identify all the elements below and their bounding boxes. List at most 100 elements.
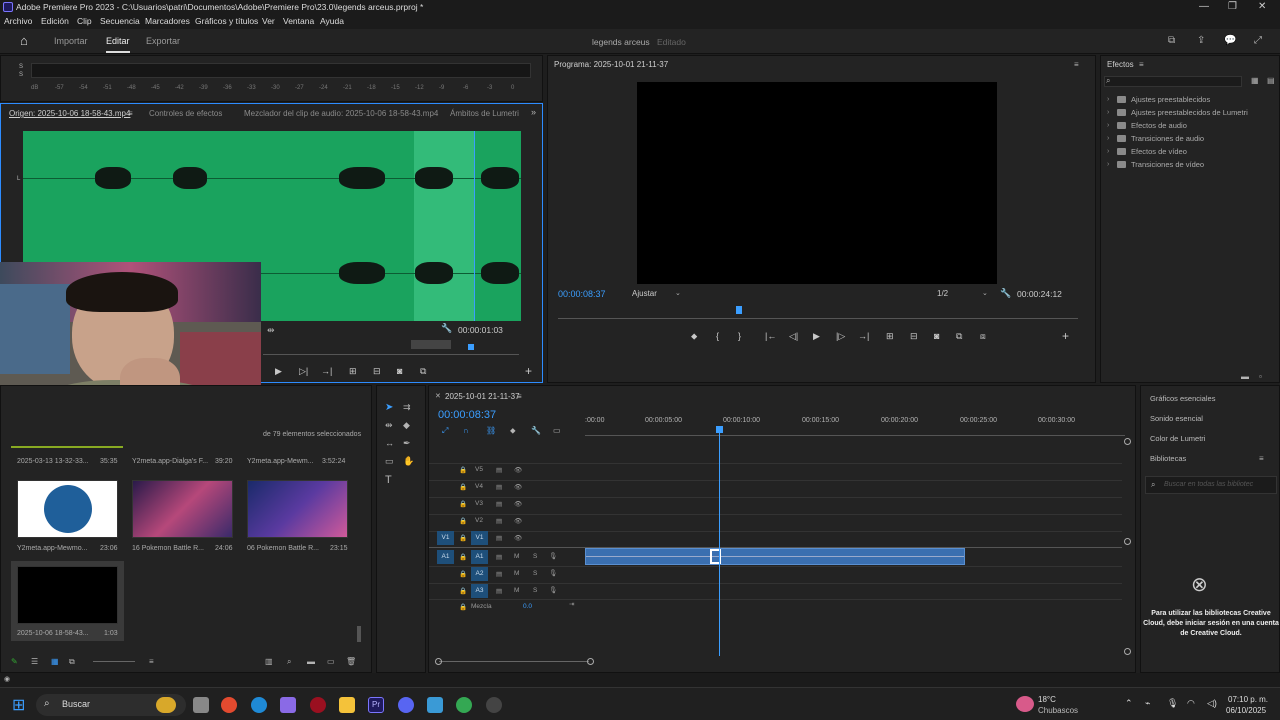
chevron-down-icon[interactable]: ⌄ (982, 289, 988, 297)
menu-edicion[interactable]: Edición (41, 16, 69, 26)
vertical-zoom-handle[interactable] (1124, 438, 1131, 445)
linked-selection-icon[interactable]: ⛓ (486, 426, 496, 435)
project-item-name[interactable]: Y2meta.app-Dialga's F... (132, 458, 208, 465)
zoom-slider[interactable] (93, 661, 135, 662)
effects-item[interactable]: Efectos de audio (1131, 121, 1187, 130)
add-marker-icon[interactable]: ⬥ (510, 426, 516, 436)
lock-icon[interactable]: 🔒 (459, 603, 467, 611)
track-label-v4[interactable]: V4 (475, 483, 483, 490)
go-to-out-icon[interactable]: →| (858, 331, 869, 341)
sync-lock-icon[interactable]: ▤ (496, 553, 502, 561)
effects-item[interactable]: Ajustes preestablecidos de Lumetri (1131, 108, 1248, 117)
menu-ayuda[interactable]: Ayuda (320, 16, 344, 26)
zoom-handle-right[interactable] (587, 658, 594, 665)
find-icon[interactable]: ⌕ (287, 657, 291, 667)
track-label-a1[interactable]: A1 (471, 550, 488, 564)
sync-lock-icon[interactable]: ▤ (496, 587, 502, 595)
microphone-icon[interactable]: 🎙 (1167, 698, 1178, 709)
chevron-right-icon[interactable]: › (1107, 148, 1109, 155)
chevron-down-icon[interactable]: ⌄ (675, 289, 681, 297)
tab-source[interactable]: Origen: 2025-10-06 18-58-43.mp4 (9, 109, 130, 118)
rectangle-tool-icon[interactable]: ▭ (385, 456, 394, 467)
program-title[interactable]: Programa: 2025-10-01 21-11-37 (554, 60, 668, 69)
project-item-name[interactable]: 16 Pokemon Battle R... (132, 545, 204, 552)
chrome-icon[interactable] (456, 697, 472, 713)
add-marker-icon[interactable]: ⬥ (691, 331, 697, 342)
chevron-right-icon[interactable]: › (1107, 122, 1109, 129)
feedback-icon[interactable]: 💬 (1224, 35, 1236, 46)
pen-tool-icon[interactable]: ✒ (403, 438, 411, 449)
program-current-time[interactable]: 00:00:08:37 (558, 289, 606, 299)
libraries-tab[interactable]: Bibliotecas (1150, 454, 1186, 463)
lock-icon[interactable]: 🔒 (459, 587, 467, 595)
source-playhead[interactable] (474, 131, 475, 321)
mark-out-icon[interactable]: } (738, 331, 741, 341)
more-panels-icon[interactable]: » (531, 107, 536, 117)
panel-menu-icon[interactable]: ≡ (1074, 60, 1079, 69)
add-button-icon[interactable]: + (525, 364, 532, 378)
type-tool-icon[interactable]: T (385, 474, 392, 486)
mute-button[interactable]: M (514, 587, 519, 594)
lumetri-color-tab[interactable]: Color de Lumetri (1150, 434, 1205, 443)
chevron-up-icon[interactable]: ⌃ (1125, 698, 1133, 709)
comparison-icon[interactable]: ⧉ (956, 331, 962, 342)
program-video[interactable] (637, 82, 997, 284)
menu-ventana[interactable]: Ventana (283, 16, 314, 26)
go-to-end-icon[interactable]: ⇥ (569, 600, 574, 608)
source-timecode[interactable]: 00:00:01:03 (458, 325, 503, 335)
extract-icon[interactable]: ⊟ (910, 331, 918, 342)
weather-desc[interactable]: Chubascos (1038, 706, 1078, 715)
sequence-tab[interactable]: 2025-10-01 21-11-37 (445, 392, 520, 401)
project-item-name[interactable]: 2025-10-06 18-58-43... (17, 630, 89, 637)
chevron-right-icon[interactable]: › (1107, 109, 1109, 116)
export-frame-icon[interactable]: ⧉ (420, 366, 426, 377)
step-forward-icon[interactable]: ▷| (299, 366, 308, 377)
hand-tool-icon[interactable]: ✋ (403, 456, 414, 467)
meter-solo-right[interactable]: S (19, 72, 23, 78)
vertical-zoom-handle[interactable] (1124, 648, 1131, 655)
fit-dropdown[interactable]: Ajustar (632, 289, 657, 298)
automate-icon[interactable]: ▥ (265, 657, 273, 666)
sync-lock-icon[interactable]: ▤ (496, 483, 502, 491)
chevron-right-icon[interactable]: › (1107, 161, 1109, 168)
app-icon[interactable] (427, 697, 443, 713)
essential-graphics-tab[interactable]: Gráficos esenciales (1150, 394, 1215, 403)
close-icon[interactable]: ✕ (1258, 1, 1266, 12)
tab-lumetri-scopes[interactable]: Ámbitos de Lumetri (450, 109, 519, 118)
restore-icon[interactable]: ❐ (1228, 1, 1237, 12)
sort-icon[interactable]: ≡ (149, 657, 154, 666)
menu-clip[interactable]: Clip (77, 16, 92, 26)
project-thumbnail[interactable] (17, 480, 118, 538)
chevron-right-icon[interactable]: › (1107, 96, 1109, 103)
go-to-out-icon[interactable]: →| (321, 366, 332, 376)
project-scrollbar[interactable] (357, 626, 361, 642)
new-folder-icon[interactable]: ▬ (1241, 372, 1249, 381)
new-item-icon[interactable]: ▭ (327, 657, 335, 666)
source-patch-v1[interactable]: V1 (437, 531, 454, 545)
play-icon[interactable]: ▶ (813, 331, 820, 342)
snap-icon[interactable]: ∩ (463, 426, 469, 435)
solo-button[interactable]: S (533, 587, 537, 594)
resolution-dropdown[interactable]: 1/2 (937, 289, 948, 298)
vertical-zoom-handle[interactable] (1124, 538, 1131, 545)
track-label-v2[interactable]: V2 (475, 517, 483, 524)
effects-search-input[interactable] (1104, 76, 1242, 87)
chevron-right-icon[interactable]: › (1107, 135, 1109, 142)
sync-lock-icon[interactable]: ▤ (496, 517, 502, 525)
microphone-icon[interactable]: 🎙 (549, 569, 557, 577)
sync-lock-icon[interactable]: ▤ (496, 500, 502, 508)
source-zoom-bar[interactable] (411, 340, 451, 349)
taskbar-search[interactable]: ⌕ Buscar (36, 694, 186, 716)
lock-icon[interactable]: 🔒 (459, 534, 467, 542)
ripple-edit-icon[interactable]: ⇹ (385, 420, 393, 431)
track-label-v3[interactable]: V3 (475, 500, 483, 507)
solo-button[interactable]: S (533, 570, 537, 577)
tab-importar[interactable]: Importar (54, 36, 88, 46)
filter-icon[interactable]: ▤ (1267, 76, 1275, 85)
wrench-icon[interactable]: 🔧 (441, 323, 452, 334)
step-back-icon[interactable]: ◁| (789, 331, 798, 342)
freeform-view-icon[interactable]: ⧉ (69, 657, 75, 667)
menu-graficos[interactable]: Gráficos y títulos (195, 16, 258, 26)
share-icon[interactable]: ⇪ (1197, 35, 1205, 46)
panel-menu-icon[interactable]: ≡ (128, 109, 133, 118)
